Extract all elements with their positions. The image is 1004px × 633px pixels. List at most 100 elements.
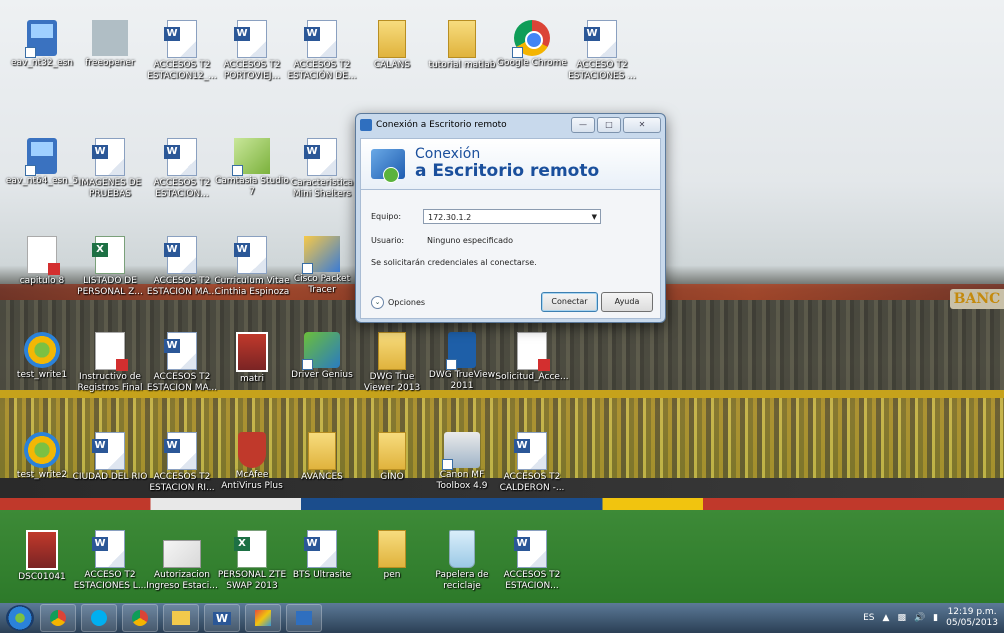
desktop-icon-14[interactable]: capitulo 8 <box>4 236 80 287</box>
doc-icon <box>164 332 197 370</box>
taskbar: W ES ▲ ▩ 🔊 ▮ 12:19 p.m. 05/05/2013 <box>0 603 1004 633</box>
desktop-icon-label: freeopener <box>85 58 135 68</box>
connect-button[interactable]: Conectar <box>541 292 598 312</box>
desktop-icon-33[interactable]: Canon MF Toolbox 4.9 <box>424 432 500 492</box>
desktop-icon-label: capitulo 8 <box>19 276 65 286</box>
taskbar-word-button[interactable]: W <box>204 604 240 632</box>
desktop-icon-39[interactable]: BTS Ultrasite <box>284 530 360 581</box>
desktop-icon-25[interactable]: DWG TrueView 2011 <box>424 332 500 392</box>
folder-icon <box>378 530 406 568</box>
wallpaper-ad-boards <box>0 498 1004 510</box>
folder-icon <box>308 432 336 470</box>
desktop-icon-15[interactable]: LISTADO DE PERSONAL Z... <box>72 236 148 298</box>
desktop-icon-label: ACCESOS T2 ESTACION RI... <box>149 472 215 493</box>
desktop-icon-24[interactable]: DWG True Viewer 2013 <box>354 332 430 394</box>
desktop-icon-label: tutorial matlab <box>428 60 496 70</box>
maximize-button[interactable]: □ <box>597 117 621 133</box>
desktop-icon-37[interactable]: Autorizacion Ingreso Estaci... <box>144 530 220 592</box>
desktop-icon-29[interactable]: ACCESOS T2 ESTACION RI... <box>144 432 220 494</box>
desktop-icon-label: Curriculum Vitae Cinthia Espinoza <box>214 276 290 297</box>
desktop-icon-28[interactable]: CIUDAD DEL RIO <box>72 432 148 483</box>
desktop: BANC eav_nt32_esn freeopener ACCESOS T2 ES… <box>0 0 1004 603</box>
signal-icon[interactable]: ▮ <box>933 613 938 623</box>
desktop-icon-32[interactable]: GINO <box>354 432 430 483</box>
desktop-icon-0[interactable]: eav_nt32_esn <box>4 20 80 69</box>
desktop-icon-16[interactable]: ACCESOS T2 ESTACION MA... <box>144 236 220 298</box>
computer-dropdown[interactable]: 172.30.1.2 <box>423 209 601 225</box>
taskbar-chrome2-button[interactable] <box>122 604 158 632</box>
desktop-icon-19[interactable]: test_write1 <box>4 332 80 381</box>
remote-desktop-logo-icon <box>371 149 405 183</box>
recycle-icon <box>449 530 475 568</box>
desktop-icon-21[interactable]: ACCESOS T2 ESTACION MA... <box>144 332 220 394</box>
desktop-icon-18[interactable]: Cisco Packet Tracer <box>284 236 360 296</box>
desktop-icon-42[interactable]: ACCESOS T2 ESTACION... <box>494 530 570 592</box>
desktop-icon-label: IMAGENES DE PRUEBAS <box>78 178 142 199</box>
desktop-icon-35[interactable]: DSC01041 <box>4 530 80 583</box>
doc-icon <box>164 236 197 274</box>
language-indicator[interactable]: ES <box>863 613 874 623</box>
folder-icon <box>172 611 190 625</box>
xls-icon <box>92 236 125 274</box>
window-titlebar[interactable]: Conexión a Escritorio remoto — □ ✕ <box>356 114 665 136</box>
desktop-icon-6[interactable]: tutorial matlab <box>424 20 500 71</box>
desktop-icon-41[interactable]: Papelera de reciclaje <box>424 530 500 592</box>
taskbar-chrome-button[interactable] <box>40 604 76 632</box>
desktop-icon-11[interactable]: ACCESOS T2 ESTACION... <box>144 138 220 200</box>
desktop-icon-10[interactable]: IMAGENES DE PRUEBAS <box>72 138 148 200</box>
desktop-icon-34[interactable]: ACCESOS T2 CALDERON -... <box>494 432 570 494</box>
desktop-icon-40[interactable]: pen <box>354 530 430 581</box>
photo-icon <box>26 530 58 570</box>
desktop-icon-label: Google Chrome <box>497 58 567 68</box>
xls-icon <box>234 530 267 568</box>
desktop-icon-9[interactable]: eav_nt64_esn_5 <box>4 138 80 187</box>
pdf-icon <box>95 332 128 371</box>
desktop-icon-17[interactable]: Curriculum Vitae Cinthia Espinoza <box>214 236 290 298</box>
desktop-icon-30[interactable]: McAfee AntiVirus Plus <box>214 432 290 492</box>
desktop-icon-23[interactable]: Driver Genius <box>284 332 360 381</box>
desktop-icon-label: CALANS <box>373 60 411 70</box>
skype-icon <box>91 610 107 626</box>
chrome-icon <box>50 610 66 626</box>
network-icon[interactable]: ▩ <box>897 613 906 623</box>
taskbar-rdp-button[interactable] <box>286 604 322 632</box>
desktop-icon-5[interactable]: CALANS <box>354 20 430 71</box>
taskbar-paint-button[interactable] <box>245 604 281 632</box>
help-button[interactable]: Ayuda <box>601 292 653 312</box>
desktop-icon-1[interactable]: freeopener <box>72 20 148 69</box>
start-button[interactable] <box>6 605 34 631</box>
desktop-icon-20[interactable]: Instructivo de Registros Final <box>72 332 148 394</box>
volume-icon[interactable]: 🔊 <box>914 613 925 623</box>
doc-icon <box>92 530 125 568</box>
show-hidden-icons-icon[interactable]: ▲ <box>883 613 890 623</box>
desktop-icon-31[interactable]: AVANCES <box>284 432 360 483</box>
photo-icon <box>236 332 268 372</box>
taskbar-skype-button[interactable] <box>81 604 117 632</box>
desktop-icon-26[interactable]: Solicitud_Acce... <box>494 332 570 383</box>
desktop-icon-38[interactable]: PERSONAL ZTE SWAP 2013 <box>214 530 290 592</box>
clock[interactable]: 12:19 p.m. 05/05/2013 <box>946 607 998 629</box>
minimize-button[interactable]: — <box>571 117 595 133</box>
desktop-icon-4[interactable]: ACCESOS T2 ESTACIÓN DE... <box>284 20 360 82</box>
desktop-icon-3[interactable]: ACCESOS T2 PORTOVIEJ... <box>214 20 290 82</box>
desktop-icon-label: Caracteristica Mini Shelters <box>290 178 354 199</box>
desktop-icon-12[interactable]: Camtasia Studio 7 <box>214 138 290 198</box>
desktop-icon-36[interactable]: ACCESO T2 ESTACIONES L... <box>72 530 148 592</box>
desktop-icon-label: eav_nt64_esn_5 <box>5 176 79 186</box>
remote-desktop-window[interactable]: Conexión a Escritorio remoto — □ ✕ Conex… <box>355 113 666 323</box>
desktop-icon-label: pen <box>383 570 401 580</box>
desktop-icon-label: ACCESOS T2 PORTOVIEJ... <box>223 60 281 81</box>
desktop-icon-label: GINO <box>380 472 404 482</box>
close-button[interactable]: ✕ <box>623 117 661 133</box>
doc-icon <box>164 20 197 58</box>
desktop-icon-22[interactable]: matri <box>214 332 290 385</box>
desktop-icon-8[interactable]: ACCESO T2 ESTACIONES ... <box>564 20 640 82</box>
desktop-icon-label: DWG True Viewer 2013 <box>363 372 421 393</box>
desktop-icon-7[interactable]: Google Chrome <box>494 20 570 69</box>
options-toggle[interactable]: ⌄ Opciones <box>371 296 425 309</box>
taskbar-explorer-button[interactable] <box>163 604 199 632</box>
desktop-icon-label: BTS Ultrasite <box>292 570 352 580</box>
desktop-icon-27[interactable]: test_write2 <box>4 432 80 481</box>
desktop-icon-2[interactable]: ACCESOS T2 ESTACION12_... <box>144 20 220 82</box>
desktop-icon-13[interactable]: Caracteristica Mini Shelters <box>284 138 360 200</box>
